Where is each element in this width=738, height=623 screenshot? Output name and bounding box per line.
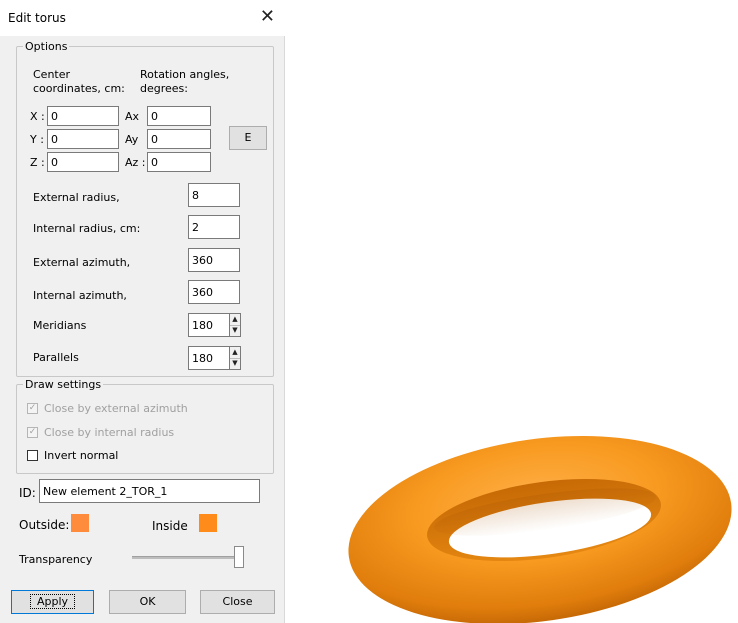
apply-button-label: Apply bbox=[29, 594, 76, 609]
inside-color-swatch[interactable] bbox=[199, 514, 217, 532]
title-bar: Edit torus ✕ bbox=[0, 0, 285, 36]
az-angle-input[interactable] bbox=[147, 152, 211, 172]
window-title: Edit torus bbox=[8, 11, 66, 25]
y-label: Y : bbox=[30, 133, 44, 146]
z-label: Z : bbox=[30, 156, 45, 169]
external-azimuth-input[interactable] bbox=[188, 248, 240, 272]
down-arrow-icon[interactable]: ▼ bbox=[230, 358, 240, 369]
options-legend: Options bbox=[25, 40, 68, 53]
close-external-checkbox[interactable]: ✓ bbox=[27, 403, 38, 414]
meridians-label: Meridians bbox=[33, 319, 87, 332]
ay-label: Ay bbox=[125, 133, 139, 146]
parallels-label: Parallels bbox=[33, 351, 79, 364]
transparency-slider-track[interactable] bbox=[132, 556, 244, 559]
ax-angle-input[interactable] bbox=[147, 106, 211, 126]
internal-azimuth-label: Internal azimuth, bbox=[33, 289, 127, 302]
edit-torus-dialog: Edit torus ✕ Options Center coordinates,… bbox=[0, 0, 285, 623]
check-icon: ✓ bbox=[28, 403, 37, 413]
down-arrow-icon[interactable]: ▼ bbox=[230, 325, 240, 336]
center-label-line1: Center bbox=[33, 68, 71, 81]
inside-color-label: Inside bbox=[152, 519, 188, 533]
az-label: Az : bbox=[125, 156, 146, 169]
external-azimuth-label: External azimuth, bbox=[33, 256, 131, 269]
close-external-label: Close by external azimuth bbox=[44, 402, 188, 415]
meridians-spinner[interactable]: ▲ ▼ bbox=[229, 313, 241, 337]
x-label: X : bbox=[30, 110, 45, 123]
z-coordinate-input[interactable] bbox=[47, 152, 119, 172]
close-button[interactable]: Close bbox=[200, 590, 275, 614]
invert-normal-label: Invert normal bbox=[44, 449, 119, 462]
transparency-label: Transparency bbox=[19, 553, 93, 566]
internal-radius-input[interactable] bbox=[188, 215, 240, 239]
close-icon[interactable]: ✕ bbox=[260, 6, 275, 28]
draw-settings-legend: Draw settings bbox=[25, 378, 102, 391]
external-radius-label: External radius, bbox=[33, 191, 120, 204]
id-input[interactable] bbox=[39, 479, 260, 503]
e-button[interactable]: E bbox=[229, 126, 267, 150]
parallels-input[interactable] bbox=[188, 346, 230, 370]
meridians-input[interactable] bbox=[188, 313, 230, 337]
close-internal-label: Close by internal radius bbox=[44, 426, 175, 439]
x-coordinate-input[interactable] bbox=[47, 106, 119, 126]
close-internal-checkbox[interactable]: ✓ bbox=[27, 427, 38, 438]
torus-3d-render bbox=[348, 435, 732, 623]
apply-button[interactable]: Apply bbox=[11, 590, 94, 614]
transparency-slider-thumb[interactable] bbox=[234, 546, 244, 568]
internal-azimuth-input[interactable] bbox=[188, 280, 240, 304]
invert-normal-checkbox[interactable] bbox=[27, 450, 38, 461]
id-label: ID: bbox=[19, 486, 36, 500]
internal-radius-label: Internal radius, cm: bbox=[33, 222, 141, 235]
ay-angle-input[interactable] bbox=[147, 129, 211, 149]
check-icon: ✓ bbox=[28, 427, 37, 437]
parallels-spinner[interactable]: ▲ ▼ bbox=[229, 346, 241, 370]
ok-button[interactable]: OK bbox=[109, 590, 186, 614]
outside-color-swatch[interactable] bbox=[71, 514, 89, 532]
external-radius-input[interactable] bbox=[188, 183, 240, 207]
y-coordinate-input[interactable] bbox=[47, 129, 119, 149]
ax-label: Ax bbox=[125, 110, 140, 123]
rotation-label-line2: degrees: bbox=[140, 82, 188, 95]
outside-color-label: Outside: bbox=[19, 518, 70, 532]
center-label-line2: coordinates, cm: bbox=[33, 82, 125, 95]
rotation-label-line1: Rotation angles, bbox=[140, 68, 230, 81]
